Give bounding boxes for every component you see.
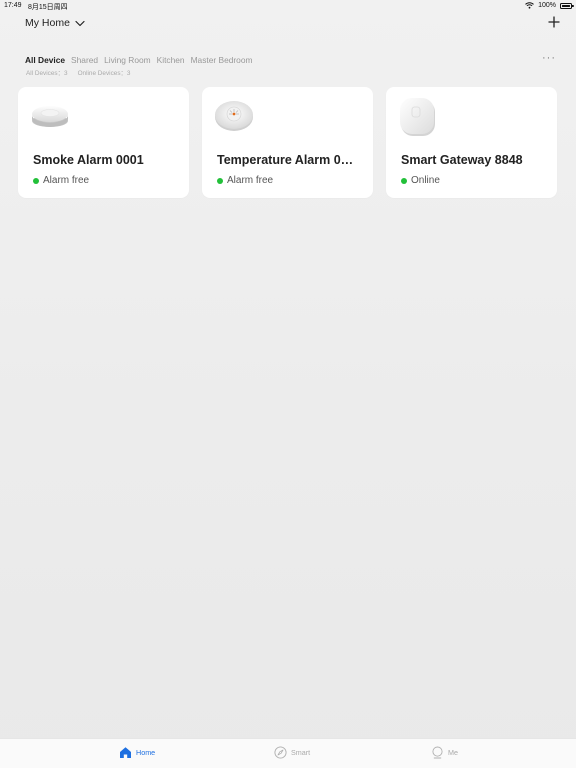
add-icon bbox=[548, 16, 560, 28]
nav-home-label: Home bbox=[136, 748, 156, 757]
smoke-alarm-image bbox=[30, 97, 74, 133]
device-name: Temperature Alarm 0001 bbox=[217, 153, 359, 167]
profile-icon bbox=[431, 746, 444, 759]
status-dot bbox=[401, 177, 407, 184]
more-options-button[interactable]: ··· bbox=[542, 52, 556, 64]
status-bar: 17:49 8月15日周四 100% bbox=[0, 0, 576, 12]
nav-smart[interactable]: Smart bbox=[274, 746, 310, 759]
status-indicators: 100% bbox=[525, 2, 574, 9]
home-selector[interactable]: My Home bbox=[25, 17, 85, 29]
tab-shared[interactable]: Shared bbox=[71, 55, 98, 65]
tab-kitchen[interactable]: Kitchen bbox=[157, 55, 185, 65]
temperature-alarm-image bbox=[214, 97, 258, 133]
device-counts: All Devices：3 Online Devices：3 bbox=[26, 68, 131, 77]
device-grid: Smoke Alarm 0001 Alarm free Temperature … bbox=[18, 87, 557, 198]
gateway-image bbox=[398, 97, 442, 137]
device-status-label: Alarm free bbox=[43, 175, 90, 186]
status-dot bbox=[33, 177, 39, 184]
tab-master-bedroom[interactable]: Master Bedroom bbox=[191, 55, 253, 65]
device-status-label: Online bbox=[411, 175, 440, 186]
nav-me[interactable]: Me bbox=[431, 746, 458, 759]
tab-all-device[interactable]: All Device bbox=[25, 55, 65, 65]
tab-living-room[interactable]: Living Room bbox=[104, 55, 151, 65]
home-name: My Home bbox=[25, 17, 70, 29]
online-devices-count: Online Devices：3 bbox=[77, 70, 131, 77]
wifi-icon bbox=[525, 2, 534, 9]
device-name: Smoke Alarm 0001 bbox=[33, 153, 144, 167]
nav-me-label: Me bbox=[448, 748, 458, 757]
battery-icon bbox=[560, 2, 574, 9]
device-card-smart-gateway[interactable]: Smart Gateway 8848 Online bbox=[386, 87, 557, 198]
home-icon bbox=[119, 746, 132, 759]
status-date: 8月15日周四 bbox=[28, 4, 68, 11]
device-status-label: Alarm free bbox=[227, 175, 274, 186]
nav-smart-label: Smart bbox=[291, 748, 311, 757]
chevron-down-icon bbox=[75, 20, 85, 27]
all-devices-count: All Devices：3 bbox=[26, 70, 68, 77]
device-status: Online bbox=[401, 175, 440, 186]
room-tabs: All Device Shared Living Room Kitchen Ma… bbox=[25, 55, 252, 65]
header: My Home bbox=[0, 14, 576, 34]
device-status: Alarm free bbox=[33, 175, 89, 186]
nav-home[interactable]: Home bbox=[119, 746, 155, 759]
bottom-nav: Home Smart Me bbox=[0, 738, 576, 768]
device-card-temperature-alarm[interactable]: Temperature Alarm 0001 Alarm free bbox=[202, 87, 373, 198]
add-device-button[interactable] bbox=[546, 14, 562, 30]
status-dot bbox=[217, 177, 223, 184]
compass-icon bbox=[274, 746, 287, 759]
device-card-smoke-alarm[interactable]: Smoke Alarm 0001 Alarm free bbox=[18, 87, 189, 198]
battery-percent: 100% bbox=[538, 2, 556, 9]
device-status: Alarm free bbox=[217, 175, 273, 186]
device-name: Smart Gateway 8848 bbox=[401, 153, 523, 167]
status-time: 17:49 bbox=[4, 2, 22, 9]
